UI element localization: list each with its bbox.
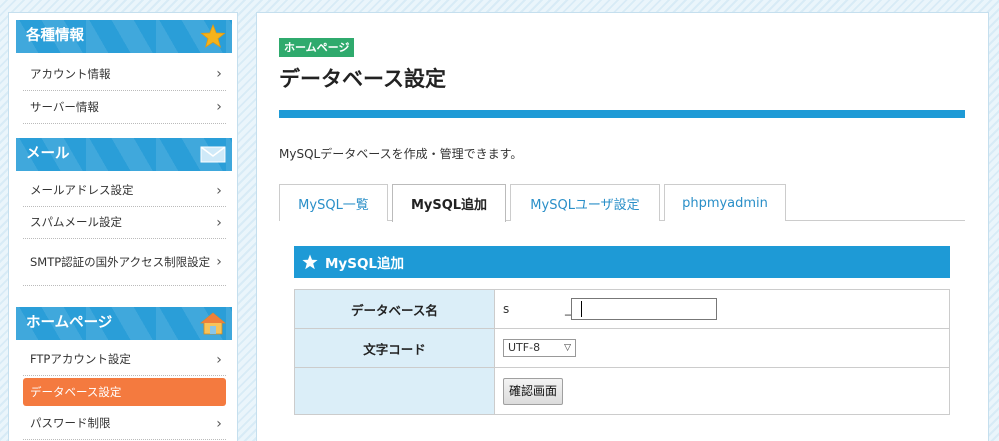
sidebar-item-label: パスワード制限 xyxy=(30,416,111,430)
sidebar-item-label: データベース設定 xyxy=(30,384,122,399)
db-name-input[interactable] xyxy=(571,298,717,320)
tab-mysql-user-settings[interactable]: MySQLユーザ設定 xyxy=(510,184,660,221)
sidebar-section-homepage: ホームページ xyxy=(16,307,232,340)
db-name-label: データベース名 xyxy=(294,289,495,329)
chevron-down-icon: ▽ xyxy=(564,343,571,353)
tab-mysql-add[interactable]: MySQL追加 xyxy=(392,184,506,222)
sidebar-section-mail: メール xyxy=(16,138,232,171)
sidebar-item-smtp-restriction[interactable]: SMTP認証の国外アクセス制限設定 › xyxy=(23,239,226,286)
star-icon xyxy=(302,254,318,270)
star-icon xyxy=(200,24,226,48)
charset-select[interactable]: UTF-8 ▽ xyxy=(503,339,576,357)
form-row-charset: 文字コード UTF-8 ▽ xyxy=(294,328,950,368)
panel-title: MySQL追加 xyxy=(325,256,405,272)
panel-header: MySQL追加 xyxy=(294,246,950,278)
sidebar-item-label: アカウント情報 xyxy=(30,66,111,81)
sidebar-item-ftp-account[interactable]: FTPアカウント設定 › xyxy=(23,344,226,376)
page-description: MySQLデータベースを作成・管理できます。 xyxy=(279,147,523,161)
sidebar-item-mail-address[interactable]: メールアドレス設定 › xyxy=(23,175,226,207)
form-row-submit: 確認画面 xyxy=(294,367,950,415)
db-prefix: s xyxy=(503,301,510,316)
db-name-cell: s _ xyxy=(494,289,950,329)
title-divider xyxy=(279,110,965,118)
charset-cell: UTF-8 ▽ xyxy=(494,328,950,368)
sidebar-section-title: ホームページ xyxy=(26,315,113,331)
sidebar-item-account-info[interactable]: アカウント情報 › xyxy=(23,58,226,91)
tab-phpmyadmin[interactable]: phpmyadmin xyxy=(664,184,786,221)
sidebar-item-label: スパムメール設定 xyxy=(30,215,122,229)
house-icon xyxy=(200,312,226,335)
tab-bar: MySQL一覧 MySQL追加 MySQLユーザ設定 phpmyadmin xyxy=(279,184,965,222)
sidebar-section-title: 各種情報 xyxy=(26,28,84,44)
sidebar-item-label: メールアドレス設定 xyxy=(30,183,134,197)
envelope-icon xyxy=(200,146,226,163)
sidebar-section-info: 各種情報 xyxy=(16,20,232,53)
chevron-right-icon: › xyxy=(216,66,222,82)
chevron-right-icon: › xyxy=(216,415,222,432)
sidebar-section-title: メール xyxy=(26,146,70,162)
chevron-right-icon: › xyxy=(216,214,222,231)
sidebar-item-label: FTPアカウント設定 xyxy=(30,352,131,366)
tab-mysql-list[interactable]: MySQL一覧 xyxy=(279,184,388,221)
category-badge: ホームページ xyxy=(279,38,355,57)
sidebar-item-database-settings[interactable]: データベース設定 › xyxy=(23,378,226,406)
page-title: データベース設定 xyxy=(279,67,446,91)
confirm-button[interactable]: 確認画面 xyxy=(503,377,564,405)
empty-label-cell xyxy=(294,367,495,415)
chevron-right-icon: › xyxy=(216,182,222,199)
charset-selected-value: UTF-8 xyxy=(508,341,541,354)
sidebar-item-label: SMTP認証の国外アクセス制限設定 xyxy=(30,254,211,269)
sidebar-item-label: サーバー情報 xyxy=(30,99,99,114)
charset-label: 文字コード xyxy=(294,328,495,368)
mysql-add-form: データベース名 s _ 文字コード UTF-8 ▽ 確認画面 xyxy=(294,289,950,415)
sidebar-item-spam-mail[interactable]: スパムメール設定 › xyxy=(23,207,226,239)
chevron-right-icon: › xyxy=(216,254,222,270)
sidebar: 各種情報 アカウント情報 › サーバー情報 › メール メールアドレス設定 › … xyxy=(8,12,238,441)
sidebar-item-server-info[interactable]: サーバー情報 › xyxy=(23,91,226,124)
chevron-right-icon: › xyxy=(216,351,222,368)
main-content: ホームページ データベース設定 MySQLデータベースを作成・管理できます。 M… xyxy=(256,12,989,441)
text-caret xyxy=(581,301,582,317)
form-row-db-name: データベース名 s _ xyxy=(294,289,950,329)
sidebar-item-password-restriction[interactable]: パスワード制限 › xyxy=(23,408,226,440)
submit-cell: 確認画面 xyxy=(494,367,950,415)
chevron-right-icon: › xyxy=(216,99,222,115)
